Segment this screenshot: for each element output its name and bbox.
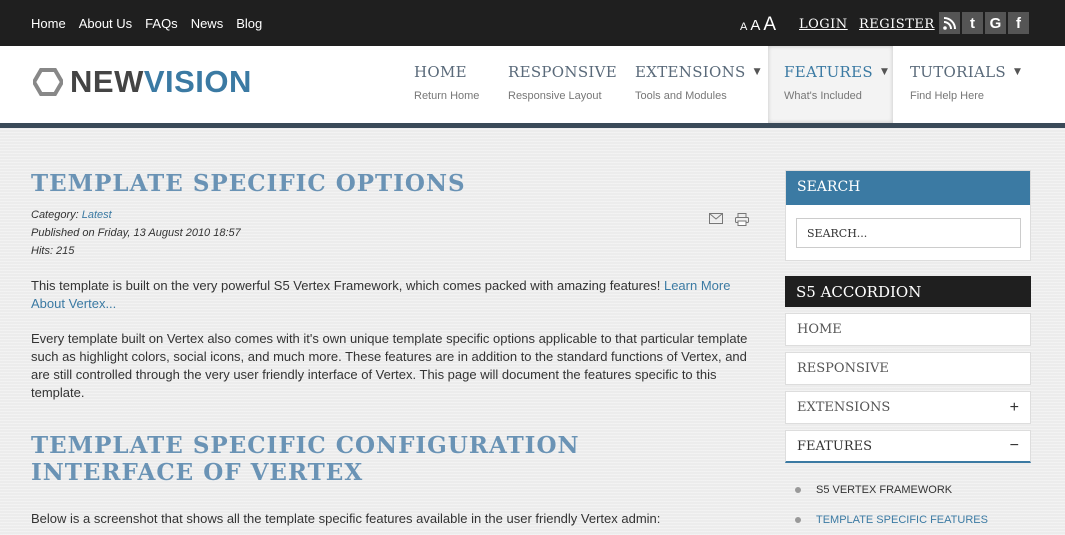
tumblr-icon[interactable]: t <box>962 12 983 34</box>
hits-count: Hits: 215 <box>31 245 75 257</box>
list-item-label: TEMPLATE SPECIFIC FEATURES <box>816 514 988 526</box>
menu-title: HOME <box>414 63 467 81</box>
register-link[interactable]: REGISTER <box>859 17 935 32</box>
top-link-blog[interactable]: Blog <box>236 16 262 31</box>
article-title: TEMPLATE SPECIFIC OPTIONS <box>31 170 466 197</box>
header-divider <box>0 123 1065 128</box>
features-sublist: S5 VERTEX FRAMEWORK TEMPLATE SPECIFIC FE… <box>785 475 1031 535</box>
accordion-item-features[interactable]: FEATURES − <box>785 430 1031 463</box>
font-size-small-button[interactable]: A <box>740 21 747 33</box>
top-nav: Home About Us FAQs News Blog <box>31 16 262 31</box>
collapse-icon[interactable]: − <box>1010 437 1019 455</box>
menu-item-responsive[interactable]: RESPONSIVE Responsive Layout <box>508 46 617 123</box>
font-size-medium-button[interactable]: A <box>750 17 760 34</box>
print-icon[interactable] <box>735 213 749 229</box>
menu-title: EXTENSIONS <box>635 63 746 81</box>
top-link-about-us[interactable]: About Us <box>79 16 132 31</box>
list-item-label: S5 VERTEX FRAMEWORK <box>816 484 953 496</box>
article-actions <box>709 213 749 229</box>
email-icon[interactable] <box>709 213 723 229</box>
chevron-down-icon: ▼ <box>880 67 889 77</box>
bullet-icon <box>795 487 801 493</box>
bullet-icon <box>795 517 801 523</box>
logo-text-vision: VISION <box>143 64 252 99</box>
logo[interactable]: NEW VISION <box>33 64 252 100</box>
menu-title: FEATURES <box>784 63 873 81</box>
menu-subtitle: What's Included <box>784 90 862 102</box>
menu-subtitle: Tools and Modules <box>635 90 727 102</box>
accordion-item-label: HOME <box>797 322 842 337</box>
accordion-item-label: FEATURES <box>797 438 872 454</box>
accordion-item-responsive[interactable]: RESPONSIVE <box>785 352 1031 385</box>
accordion-item-home[interactable]: HOME <box>785 313 1031 346</box>
top-link-news[interactable]: News <box>191 16 224 31</box>
login-link[interactable]: LOGIN <box>799 17 848 32</box>
search-module: SEARCH <box>785 170 1031 261</box>
font-size-controls: A A A <box>740 14 776 36</box>
category-label: Category: <box>31 209 79 221</box>
top-link-faqs[interactable]: FAQs <box>145 16 178 31</box>
article: TEMPLATE SPECIFIC OPTIONS Category: Late… <box>31 170 751 528</box>
category-link[interactable]: Latest <box>82 209 112 221</box>
section-title: TEMPLATE SPECIFIC CONFIGURATION INTERFAC… <box>31 432 580 486</box>
search-module-title: SEARCH <box>786 171 1030 205</box>
accordion-item-label: EXTENSIONS <box>797 400 891 415</box>
top-bar: Home About Us FAQs News Blog A A A LOGIN… <box>0 0 1065 46</box>
published-date: Published on Friday, 13 August 2010 18:5… <box>31 227 241 239</box>
body-paragraph: Every template built on Vertex also come… <box>31 331 748 400</box>
social-icons: t G f <box>939 12 1029 34</box>
chevron-down-icon: ▼ <box>1013 67 1022 77</box>
facebook-icon[interactable]: f <box>1008 12 1029 34</box>
list-item[interactable]: TEMPLATE SPECIFIC FEATURES <box>795 505 1031 535</box>
menu-subtitle: Find Help Here <box>910 90 984 102</box>
intro-text: This template is built on the very power… <box>31 278 661 293</box>
google-icon[interactable]: G <box>985 12 1006 34</box>
screenshot-paragraph: Below is a screenshot that shows all the… <box>31 511 661 526</box>
top-link-home[interactable]: Home <box>31 16 66 31</box>
menu-item-extensions[interactable]: EXTENSIONS ▼ Tools and Modules <box>635 46 761 123</box>
menu-item-features[interactable]: FEATURES ▼ What's Included <box>768 46 893 123</box>
font-size-large-button[interactable]: A <box>763 14 776 36</box>
menu-subtitle: Responsive Layout <box>508 90 602 102</box>
expand-icon[interactable]: + <box>1010 399 1019 417</box>
rss-icon[interactable] <box>939 12 960 34</box>
header: NEW VISION HOME Return Home RESPONSIVE Re… <box>0 46 1065 123</box>
menu-title: TUTORIALS <box>910 63 1006 81</box>
sidebar: SEARCH S5 ACCORDION HOME RESPONSIVE EXTE… <box>785 170 1031 535</box>
search-input[interactable] <box>796 218 1021 248</box>
menu-title: RESPONSIVE <box>508 63 618 81</box>
menu-subtitle: Return Home <box>414 90 480 102</box>
accordion-item-label: RESPONSIVE <box>797 361 889 376</box>
intro-paragraph: This template is built on the very power… <box>31 277 751 313</box>
menu-item-home[interactable]: HOME Return Home <box>414 46 479 123</box>
list-item[interactable]: S5 VERTEX FRAMEWORK <box>795 475 1031 505</box>
accordion-title: S5 ACCORDION <box>785 276 1031 307</box>
chevron-down-icon: ▼ <box>753 67 761 77</box>
hexagon-logo-icon <box>33 68 63 96</box>
menu-item-tutorials[interactable]: TUTORIALS ▼ Find Help Here <box>910 46 1021 123</box>
logo-text-new: NEW <box>70 64 144 99</box>
accordion-item-extensions[interactable]: EXTENSIONS + <box>785 391 1031 424</box>
article-meta: Category: Latest Published on Friday, 13… <box>31 206 751 260</box>
